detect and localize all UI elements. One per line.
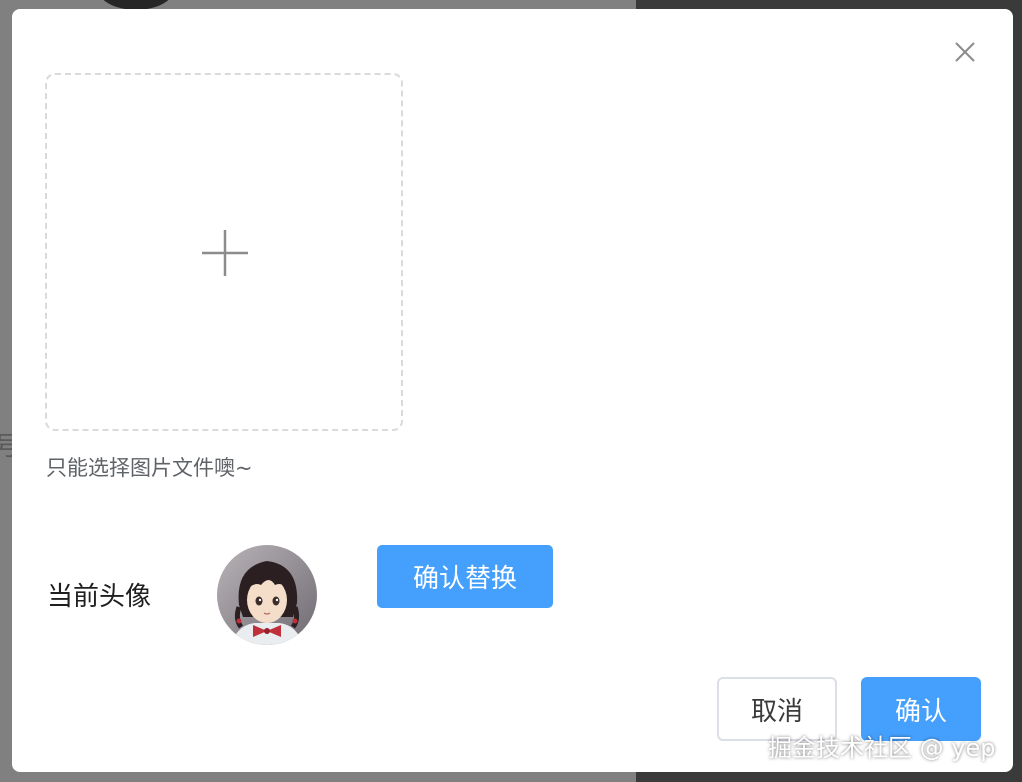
- watermark: 掘金技术社区 @ yep: [768, 734, 996, 762]
- avatar-dialog: 只能选择图片文件噢~ 当前头像 确认替换 取消 确认: [12, 9, 1013, 772]
- current-avatar-image: [217, 545, 317, 645]
- plus-icon: [202, 230, 248, 276]
- image-upload-area[interactable]: [45, 73, 403, 431]
- upload-hint: 只能选择图片文件噢~: [46, 456, 253, 480]
- close-button[interactable]: [950, 37, 980, 67]
- confirm-replace-button[interactable]: 确认替换: [377, 545, 553, 608]
- current-avatar-label: 当前头像: [47, 582, 152, 612]
- close-icon: [955, 42, 975, 62]
